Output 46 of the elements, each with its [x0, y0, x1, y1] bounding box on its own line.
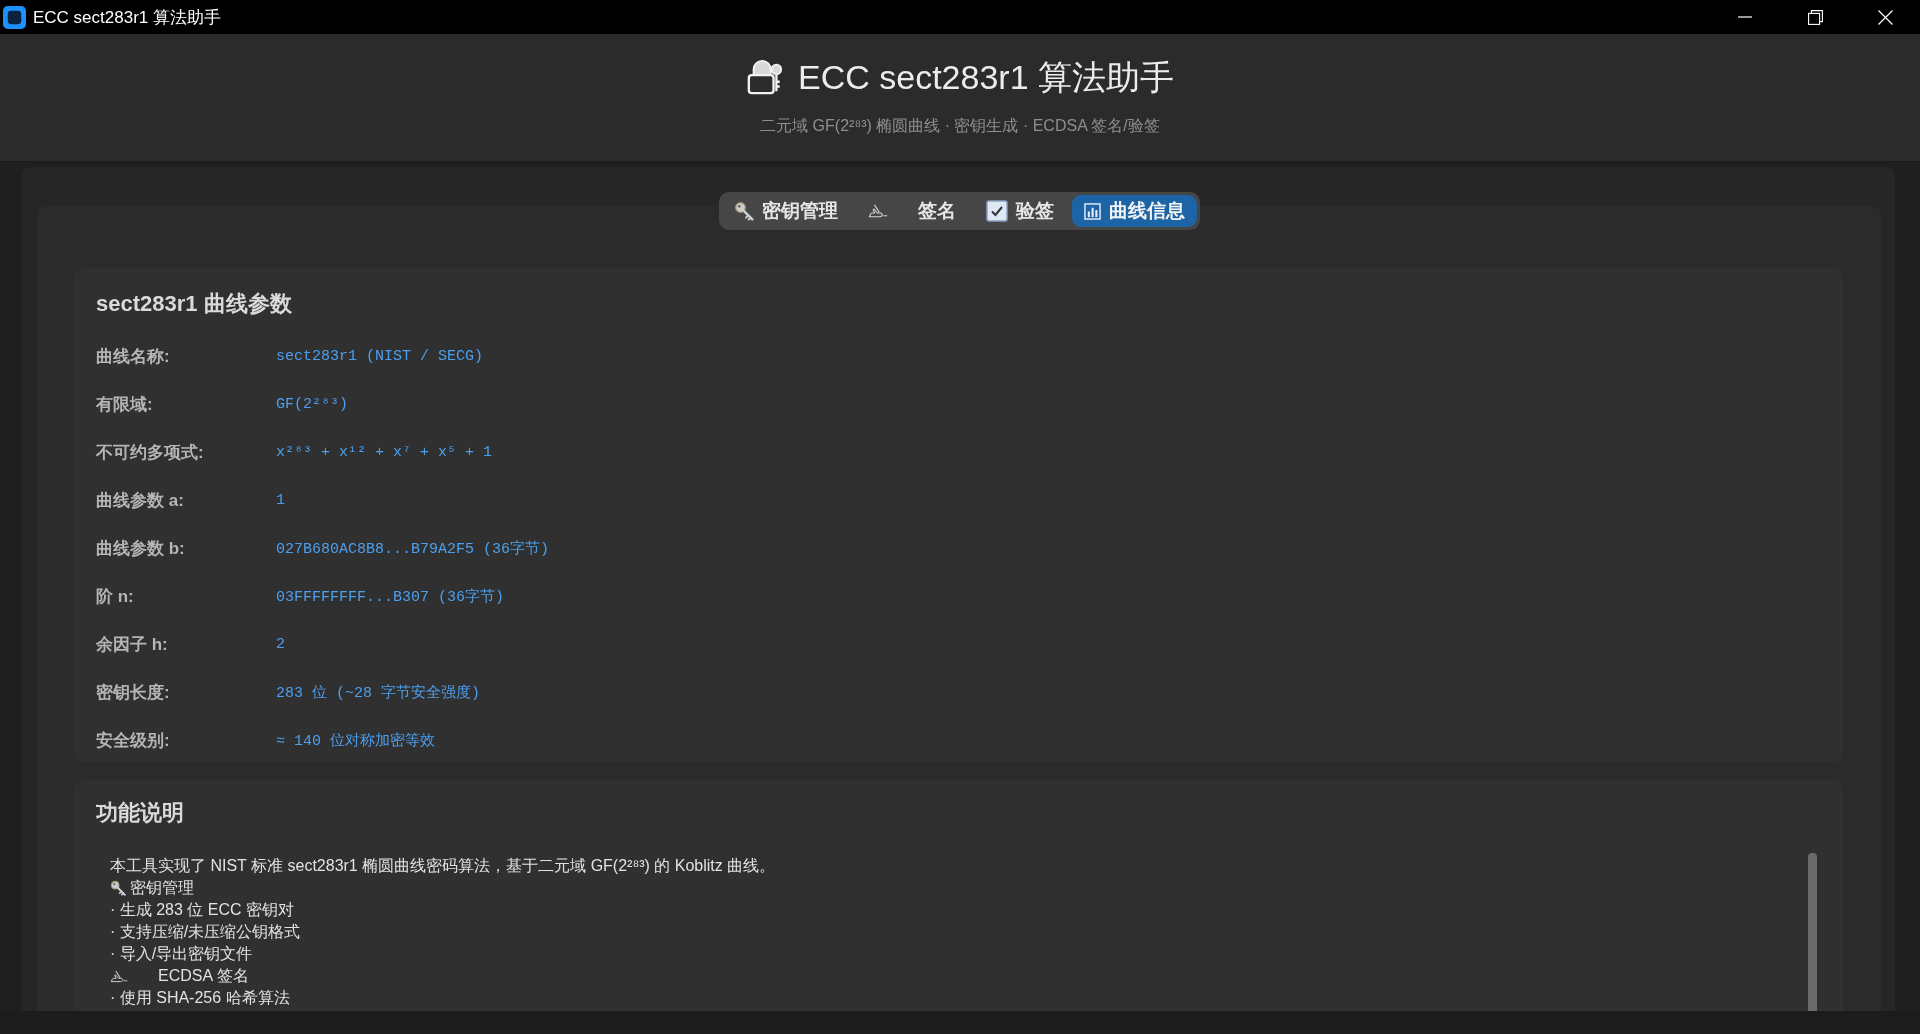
param-label: 安全级别:: [96, 729, 170, 752]
param-label: 密钥长度:: [96, 681, 170, 704]
param-value: sect283r1 (NIST / SECG): [276, 347, 484, 365]
section-heading: ECDSA 签名: [158, 966, 249, 986]
description-text: · 导入/导出密钥文件: [110, 944, 253, 964]
checked-box-icon: [985, 200, 1008, 222]
param-value: 283 位 (~28 字节安全强度): [276, 683, 481, 702]
tab[interactable]: 曲线信息: [1071, 195, 1197, 227]
param-value: 2: [276, 635, 285, 653]
param-label: 余因子 h:: [96, 633, 168, 656]
description-text: · 使用 SHA-256 哈希算法: [110, 988, 290, 1008]
writing-hand-icon: [110, 969, 128, 983]
param-value: ≈ 140 位对称加密等效: [276, 731, 435, 750]
window-title: ECC sect283r1 算法助手: [33, 6, 221, 29]
section-heading: 密钥管理: [130, 878, 194, 898]
param-label: 曲线参数 a:: [96, 489, 184, 512]
param-label: 有限域:: [96, 393, 153, 416]
param-label: 曲线名称:: [96, 345, 170, 368]
app-title: ECC sect283r1 算法助手: [798, 57, 1174, 98]
key-icon: [733, 201, 754, 221]
param-value: 03FFFFFFFF...B307 (36字节): [276, 587, 505, 606]
app-subtitle: 二元域 GF(2²⁸³) 椭圆曲线 · 密钥生成 · ECDSA 签名/验签: [760, 116, 1160, 136]
card-title: 功能说明: [96, 799, 184, 827]
param-value: GF(2²⁸³): [276, 395, 348, 413]
param-value: x²⁸³ + x¹² + x⁷ + x⁵ + 1: [276, 443, 493, 461]
description-text: · 支持压缩/未压缩公钥格式: [110, 922, 301, 942]
key-icon: [110, 880, 126, 896]
description-text: · 生成 283 位 ECC 密钥对: [110, 900, 295, 920]
card-title: sect283r1 曲线参数: [96, 290, 292, 318]
tab[interactable]: 签名: [855, 195, 968, 227]
restore-icon: [1807, 9, 1823, 25]
writing-hand-icon: [867, 204, 888, 218]
param-value: 1: [276, 491, 285, 509]
app-icon: [3, 5, 26, 29]
padlock-key-icon: [746, 58, 784, 96]
description-text: 本工具实现了 NIST 标准 sect283r1 椭圆曲线密码算法，基于二元域 GF(2²⁸³) 的 Koblitz 曲线。: [110, 856, 776, 876]
tab[interactable]: 密钥管理: [721, 195, 850, 227]
minimize-icon: [1738, 16, 1752, 18]
param-label: 曲线参数 b:: [96, 537, 185, 560]
bar-chart-icon: [1083, 202, 1101, 220]
scrollbar-thumb[interactable]: [1808, 853, 1817, 1011]
param-label: 阶 n:: [96, 585, 134, 608]
close-icon: [1877, 9, 1893, 25]
param-value: 027B680AC8B8...B79A2F5 (36字节): [276, 539, 550, 558]
tab[interactable]: 验签: [973, 195, 1066, 227]
param-label: 不可约多项式:: [96, 441, 204, 464]
